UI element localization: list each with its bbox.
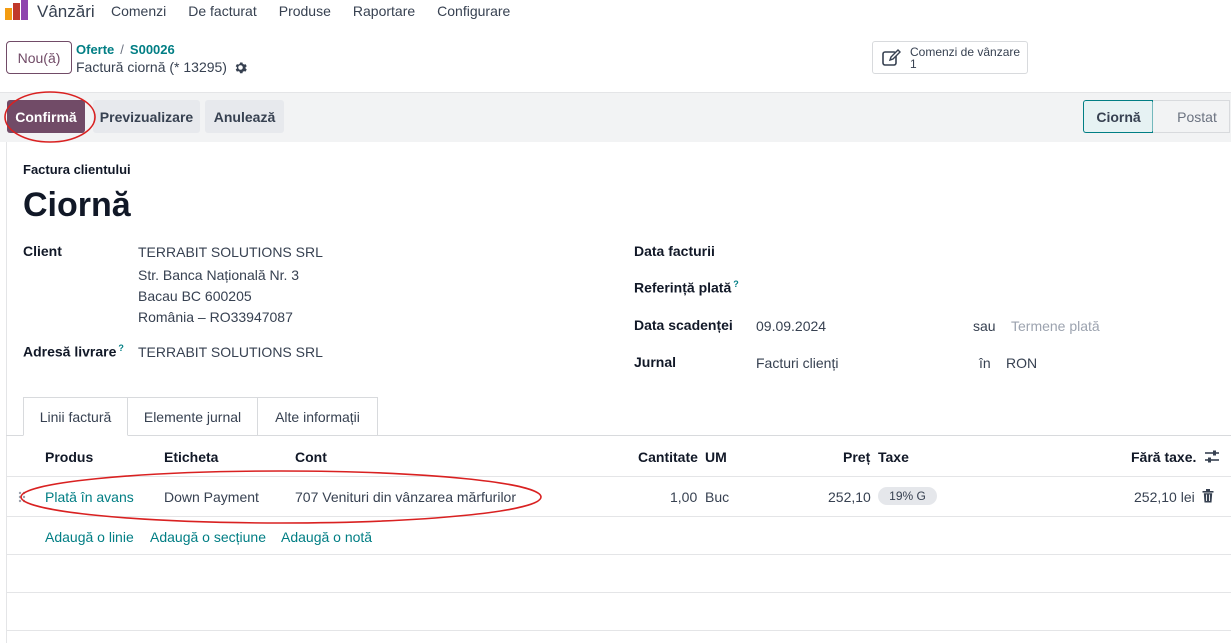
form-sheet (6, 142, 1231, 643)
currency-input[interactable]: RON (1006, 355, 1037, 371)
edit-document-icon (882, 48, 901, 66)
new-button[interactable]: Nou(ă) (6, 41, 72, 74)
tab-journal-items[interactable]: Elemente jurnal (127, 397, 258, 436)
row-uom[interactable]: Buc (705, 489, 729, 505)
top-navbar: Vânzări Comenzi De facturat Produse Rapo… (0, 0, 1231, 24)
confirm-button[interactable]: Confirmă (7, 100, 85, 133)
breadcrumb-quotations[interactable]: Oferte (76, 42, 114, 57)
help-icon[interactable]: ? (733, 279, 739, 289)
breadcrumb-separator: / (120, 42, 124, 57)
journal-label: Jurnal (634, 354, 677, 370)
in-label: în (979, 355, 991, 371)
optional-columns-icon[interactable] (1204, 449, 1220, 465)
payment-reference-label-text: Referință plată (634, 279, 732, 296)
column-label[interactable]: Eticheta (164, 449, 218, 465)
due-date-label: Data scadenței (634, 317, 733, 333)
row-price[interactable]: 252,10 (828, 489, 871, 505)
client-label: Client (23, 243, 62, 259)
journal-input[interactable]: Facturi clienți (756, 355, 838, 371)
client-country: România – RO33947087 (138, 309, 293, 325)
column-price[interactable]: Preț (843, 449, 870, 465)
tab-other-info[interactable]: Alte informații (257, 397, 378, 436)
menu-products[interactable]: Produse (279, 3, 331, 19)
row-divider (6, 630, 1231, 631)
column-subtotal[interactable]: Fără taxe. (1131, 449, 1196, 465)
smart-button-count: 1 (910, 56, 917, 71)
app-name[interactable]: Vânzări (37, 2, 95, 22)
row-product[interactable]: Plată în avans (45, 489, 134, 505)
row-label[interactable]: Down Payment (164, 489, 259, 505)
delivery-address-value[interactable]: TERRABIT SOLUTIONS SRL (138, 344, 323, 360)
gear-icon[interactable] (234, 61, 247, 74)
record-title: Factură ciornă (* 13295) (76, 59, 247, 75)
menu-to-invoice[interactable]: De facturat (188, 3, 256, 19)
column-uom[interactable]: UM (705, 449, 727, 465)
row-divider (6, 516, 1231, 517)
or-label: sau (973, 318, 996, 334)
payment-reference-label: Referință plată? (634, 279, 739, 296)
cancel-button[interactable]: Anulează (205, 100, 284, 133)
record-title-text: Factură ciornă (* 13295) (76, 59, 227, 75)
add-line-link[interactable]: Adaugă o linie (45, 529, 134, 545)
client-name[interactable]: TERRABIT SOLUTIONS SRL (138, 244, 323, 260)
row-quantity[interactable]: 1,00 (670, 489, 697, 505)
column-taxes[interactable]: Taxe (878, 449, 909, 465)
column-product[interactable]: Produs (45, 449, 93, 465)
client-city: Bacau BC 600205 (138, 288, 252, 304)
payment-terms-input[interactable]: Termene plată (1011, 318, 1100, 334)
due-date-input[interactable]: 09.09.2024 (756, 318, 826, 334)
preview-button[interactable]: Previzualizare (93, 100, 200, 133)
row-account[interactable]: 707 Venituri din vânzarea mărfurilor (295, 489, 516, 505)
drag-handle-icon[interactable] (18, 491, 26, 503)
tab-invoice-lines[interactable]: Linii factură (23, 397, 128, 436)
trash-icon[interactable] (1202, 489, 1214, 503)
smart-button-label: Comenzi de vânzare (910, 44, 1021, 59)
delivery-address-label-text: Adresă livrare (23, 343, 117, 360)
document-type: Factura clientului (23, 162, 131, 177)
row-divider (6, 592, 1231, 593)
breadcrumb-order[interactable]: S00026 (130, 42, 175, 57)
row-divider (6, 554, 1231, 555)
sales-orders-smart-button[interactable]: Comenzi de vânzare 1 (872, 41, 1028, 74)
column-quantity[interactable]: Cantitate (638, 449, 698, 465)
tax-badge[interactable]: 19% G (878, 487, 937, 505)
delivery-address-label: Adresă livrare? (23, 343, 124, 360)
invoice-date-label: Data facturii (634, 243, 715, 259)
menu-reporting[interactable]: Raportare (353, 3, 415, 19)
header-divider (6, 476, 1231, 477)
add-note-link[interactable]: Adaugă o notă (281, 529, 372, 545)
client-street: Str. Banca Națională Nr. 3 (138, 267, 300, 283)
help-icon[interactable]: ? (118, 343, 124, 353)
add-section-link[interactable]: Adaugă o secțiune (150, 529, 266, 545)
smart-button-text: Comenzi de vânzare 1 (910, 46, 1020, 70)
menu-orders[interactable]: Comenzi (111, 3, 166, 19)
main-menu: Comenzi De facturat Produse Raportare Co… (111, 3, 532, 19)
row-subtotal: 252,10 lei (1134, 489, 1195, 505)
breadcrumb: Oferte / S00026 (76, 42, 175, 57)
document-state-title: Ciornă (23, 186, 131, 224)
sales-app-icon[interactable] (5, 0, 29, 20)
stage-draft[interactable]: Ciornă (1083, 100, 1153, 133)
menu-configuration[interactable]: Configurare (437, 3, 510, 19)
stage-posted[interactable]: Postat (1153, 100, 1230, 133)
column-account[interactable]: Cont (295, 449, 327, 465)
